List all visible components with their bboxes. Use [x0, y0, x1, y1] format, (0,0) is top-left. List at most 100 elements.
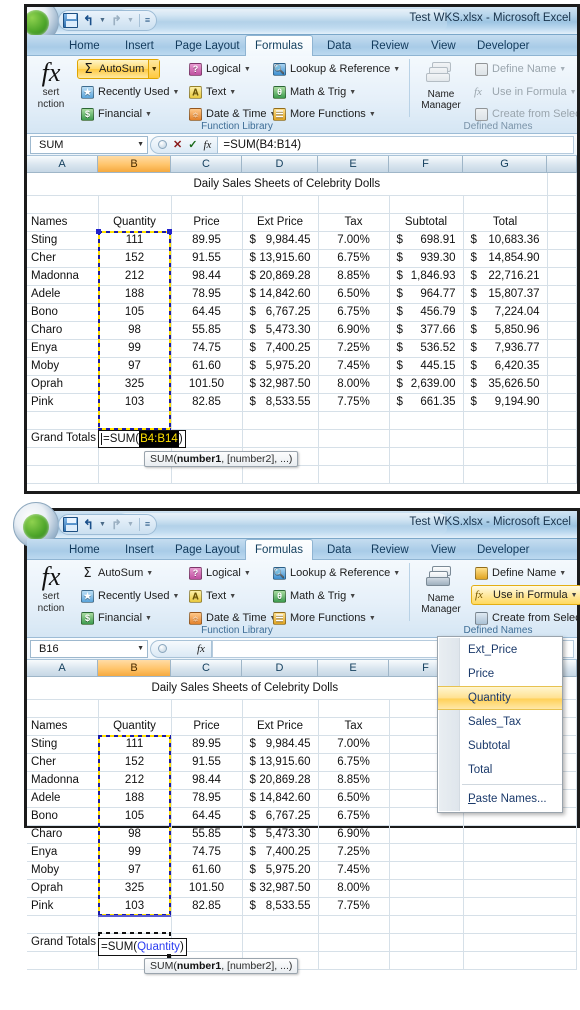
cell-quantity[interactable]: 325: [98, 879, 172, 898]
text-button[interactable]: A Text ▼: [185, 82, 239, 102]
more-functions-dropdown-icon[interactable]: ▼: [369, 111, 376, 118]
grid-cell[interactable]: [389, 465, 464, 484]
grid-cell[interactable]: [389, 951, 464, 970]
cell-tax[interactable]: 8.00%: [318, 375, 390, 394]
cell-subtotal[interactable]: $445.15: [389, 357, 464, 376]
cell-price[interactable]: 55.85: [171, 321, 243, 340]
menu-item-sales-tax[interactable]: Sales_Tax: [438, 710, 562, 734]
grid-cell[interactable]: [389, 429, 464, 448]
cell-tax[interactable]: 7.45%: [318, 357, 390, 376]
cell-name[interactable]: Oprah: [27, 375, 99, 394]
cell-subtotal[interactable]: $964.77: [389, 285, 464, 304]
cell-price[interactable]: 61.60: [171, 861, 243, 880]
grand-totals-label[interactable]: Grand Totals: [27, 429, 99, 448]
cell-ext-price[interactable]: $13,915.60: [242, 249, 319, 268]
name-box-dropdown-icon[interactable]: ▼: [137, 141, 144, 148]
cell-total[interactable]: $35,626.50: [463, 375, 548, 394]
cell-total[interactable]: $7,936.77: [463, 339, 548, 358]
autosum-dropdown-icon[interactable]: ▼: [146, 570, 153, 577]
grid-cell[interactable]: [389, 447, 464, 466]
cell-tax[interactable]: 6.50%: [318, 789, 390, 808]
grid-cell[interactable]: [389, 195, 464, 214]
cell-price[interactable]: 74.75: [171, 339, 243, 358]
cell-name[interactable]: Moby: [27, 357, 99, 376]
grid-cell[interactable]: [27, 411, 99, 430]
cell-quantity[interactable]: 111: [98, 735, 172, 754]
grid-cell[interactable]: [547, 173, 577, 196]
tab-developer[interactable]: Developer: [471, 539, 535, 560]
cell-quantity[interactable]: 188: [98, 285, 172, 304]
enter-icon[interactable]: ✓: [188, 138, 197, 151]
undo-dropdown-icon[interactable]: ▼: [99, 517, 106, 532]
insert-function-icon[interactable]: fx: [197, 643, 205, 655]
col-header-a[interactable]: A: [27, 156, 98, 173]
define-name-button[interactable]: Define Name ▼: [471, 563, 569, 583]
name-manager-button[interactable]: Name Manager: [415, 566, 467, 615]
grid-cell[interactable]: [171, 195, 243, 214]
cell-quantity[interactable]: 212: [98, 771, 172, 790]
header-total[interactable]: Total: [463, 213, 548, 232]
recently-used-button[interactable]: ★ Recently Used ▼: [77, 82, 182, 102]
tab-home[interactable]: Home: [63, 539, 106, 560]
cell-name[interactable]: Bono: [27, 303, 99, 322]
header-ext-price[interactable]: Ext Price: [242, 213, 319, 232]
cell-price[interactable]: 64.45: [171, 303, 243, 322]
grid-cell[interactable]: [547, 285, 577, 304]
tab-insert[interactable]: Insert: [119, 35, 160, 56]
cell-price[interactable]: 89.95: [171, 735, 243, 754]
cell-ext-price[interactable]: $9,984.45: [242, 231, 319, 250]
cell-name[interactable]: Sting: [27, 735, 99, 754]
cell-name[interactable]: Adele: [27, 789, 99, 808]
grid-cell[interactable]: [98, 699, 172, 718]
cell-tax[interactable]: 7.45%: [318, 861, 390, 880]
grid-cell[interactable]: [171, 465, 243, 484]
col-header-c[interactable]: C: [171, 156, 242, 173]
col-header-c[interactable]: C: [171, 660, 242, 677]
header-tax[interactable]: Tax: [318, 717, 390, 736]
col-header-b[interactable]: B: [98, 156, 171, 173]
grid-cell[interactable]: [242, 429, 319, 448]
grid-cell[interactable]: [547, 303, 577, 322]
cell-ext-price[interactable]: $6,767.25: [242, 303, 319, 322]
cell-ext-price[interactable]: $7,400.25: [242, 339, 319, 358]
grid-cell[interactable]: [463, 915, 578, 934]
cell-price[interactable]: 82.85: [171, 393, 243, 412]
use-in-formula-dropdown-icon[interactable]: ▼: [570, 89, 577, 96]
cell-quantity[interactable]: 103: [98, 393, 172, 412]
col-header-f[interactable]: F: [389, 156, 463, 173]
cell-price[interactable]: 91.55: [171, 753, 243, 772]
grid-cell[interactable]: [463, 843, 578, 862]
text-button[interactable]: A Text ▼: [185, 586, 239, 606]
col-header-b[interactable]: B: [98, 660, 171, 677]
grid-cell[interactable]: [27, 699, 99, 718]
use-in-formula-button[interactable]: fx Use in Formula ▼: [471, 82, 577, 102]
grid-cell[interactable]: [171, 699, 243, 718]
col-header-h[interactable]: [547, 156, 577, 173]
grid-cell[interactable]: [463, 195, 548, 214]
insert-function-button[interactable]: fx sert nction: [29, 563, 73, 615]
header-subtotal[interactable]: Subtotal: [389, 213, 464, 232]
cell-subtotal[interactable]: $456.79: [389, 303, 464, 322]
cell-subtotal[interactable]: $2,639.00: [389, 375, 464, 394]
cell-price[interactable]: 82.85: [171, 897, 243, 916]
more-functions-dropdown-icon[interactable]: ▼: [369, 615, 376, 622]
col-header-e[interactable]: E: [318, 660, 389, 677]
lookup-reference-button[interactable]: 🔍 Lookup & Reference ▼: [269, 563, 403, 583]
grid-cell[interactable]: [547, 321, 577, 340]
col-header-g[interactable]: G: [463, 156, 547, 173]
cell-tax[interactable]: 6.75%: [318, 303, 390, 322]
grid-cell[interactable]: [463, 879, 578, 898]
logical-button[interactable]: ? Logical ▼: [185, 563, 254, 583]
grid-cell[interactable]: [318, 951, 390, 970]
cancel-icon[interactable]: ✕: [173, 138, 182, 151]
name-box-dropdown-icon[interactable]: ▼: [137, 645, 144, 652]
grid-cell[interactable]: [318, 447, 390, 466]
cell-name[interactable]: Pink: [27, 897, 99, 916]
grid-cell[interactable]: [547, 267, 577, 286]
cell-subtotal[interactable]: $698.91: [389, 231, 464, 250]
cell-ext-price[interactable]: $14,842.60: [242, 285, 319, 304]
col-header-d[interactable]: D: [242, 660, 318, 677]
header-ext-price[interactable]: Ext Price: [242, 717, 319, 736]
name-box[interactable]: SUM ▼: [30, 135, 148, 154]
cell-quantity[interactable]: 103: [98, 897, 172, 916]
